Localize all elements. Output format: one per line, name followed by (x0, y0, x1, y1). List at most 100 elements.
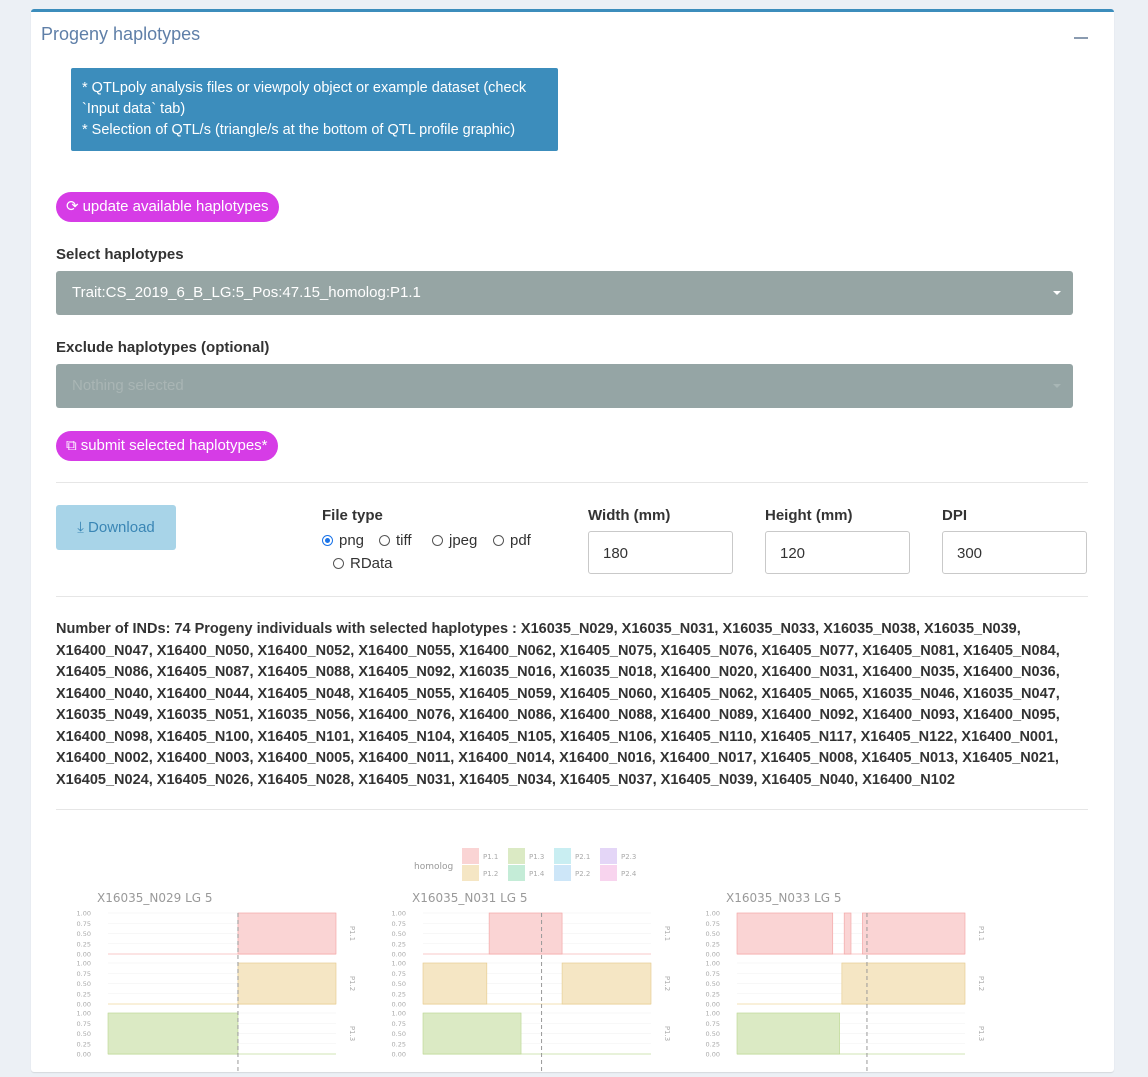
homolog-strip-label: P1.3 (977, 1026, 985, 1041)
submit-haplotypes-button[interactable]: ⧉ submit selected haplotypes* (56, 431, 278, 461)
y-tick-label: 0.50 (392, 980, 406, 988)
y-tick-label: 0.25 (392, 1040, 406, 1048)
homolog-strip-label: P1.3 (348, 1026, 356, 1041)
legend-title: homolog (414, 862, 453, 872)
haplotype-area (422, 1012, 522, 1055)
radio-label: jpeg (449, 532, 478, 549)
radio-label: pdf (510, 532, 531, 549)
homolog-strip-label: P1.1 (663, 926, 671, 941)
radio-tiff[interactable]: tiff (379, 532, 412, 549)
radio-label: png (339, 532, 365, 549)
y-tick-label: 0.00 (706, 951, 720, 959)
y-tick-label: 0.75 (77, 920, 91, 928)
collapse-icon[interactable] (1074, 28, 1088, 42)
y-tick-label: 1.00 (392, 910, 406, 918)
dpi-input[interactable]: 300 (942, 531, 1087, 574)
y-tick-label: 0.25 (392, 990, 406, 998)
y-tick-label: 0.25 (77, 1040, 91, 1048)
haplotype-area (237, 962, 337, 1005)
legend-label: P1.2 (483, 870, 498, 878)
legend-swatch (554, 848, 571, 864)
y-tick-label: 0.75 (392, 1020, 406, 1028)
dpi-label: DPI (942, 507, 968, 524)
requirements-info-box: * QTLpoly analysis files or viewpoly obj… (71, 68, 558, 151)
height-input[interactable]: 120 (765, 531, 910, 574)
refresh-icon: ⟳ (66, 198, 79, 215)
y-tick-label: 0.50 (77, 980, 91, 988)
y-tick-label: 0.50 (392, 1030, 406, 1038)
radio-button[interactable] (432, 535, 443, 546)
y-tick-label: 1.00 (706, 960, 720, 968)
legend-label: P2.4 (621, 870, 637, 878)
homolog-strip-label: P1.1 (977, 926, 985, 941)
legend-label: P2.2 (575, 870, 590, 878)
y-tick-label: 0.00 (706, 1001, 720, 1009)
legend-swatch (462, 865, 479, 881)
radio-button[interactable] (493, 535, 504, 546)
legend-swatch (462, 848, 479, 864)
y-tick-label: 1.00 (77, 910, 91, 918)
width-label: Width (mm) (588, 507, 671, 524)
exclude-haplotypes-dropdown[interactable]: Nothing selected (56, 364, 1073, 408)
haplotype-area (736, 1012, 840, 1055)
y-tick-label: 0.75 (77, 970, 91, 978)
select-haplotypes-value: Trait:CS_2019_6_B_LG:5_Pos:47.15_homolog… (72, 284, 421, 301)
legend-swatch (600, 848, 617, 864)
y-tick-label: 0.25 (706, 990, 720, 998)
submit-haplotypes-label: submit selected haplotypes* (80, 437, 268, 454)
y-tick-label: 0.00 (77, 951, 91, 959)
radio-label: tiff (396, 532, 412, 549)
divider (56, 809, 1088, 810)
y-tick-label: 0.00 (392, 951, 406, 959)
radio-button[interactable] (333, 558, 344, 569)
haplotype-area (843, 912, 852, 955)
y-tick-label: 0.00 (77, 1051, 91, 1059)
haplotype-area (862, 912, 966, 955)
info-line: * Selection of QTL/s (triangle/s at the … (82, 122, 516, 138)
y-tick-label: 1.00 (706, 1010, 720, 1018)
y-tick-label: 0.50 (706, 1030, 720, 1038)
haplotype-area (422, 962, 488, 1005)
share-icon: ⧉ (66, 437, 77, 454)
radio-label: RData (350, 555, 393, 572)
radio-rdata[interactable]: RData (333, 555, 393, 572)
legend-label: P2.3 (621, 853, 636, 861)
height-label: Height (mm) (765, 507, 853, 524)
y-tick-label: 0.75 (706, 920, 720, 928)
y-tick-label: 1.00 (706, 910, 720, 918)
y-tick-label: 0.00 (392, 1051, 406, 1059)
info-line: * QTLpoly analysis files or viewpoly obj… (82, 80, 527, 96)
legend-label: P1.1 (483, 853, 498, 861)
haplotype-plot: homolog P1.1 P1.2 P1.3 P1.4 P2.1 P2.2 P2.3 P2.4 X… (31, 832, 1114, 1072)
radio-button[interactable] (379, 535, 390, 546)
haplotype-area (107, 1012, 239, 1055)
divider (56, 596, 1088, 597)
panel-title: X16035_N033 LG 5 (726, 891, 842, 905)
y-tick-label: 1.00 (77, 1010, 91, 1018)
radio-png[interactable]: png (322, 532, 364, 549)
file-type-label: File type (322, 507, 383, 524)
panel-title: Progeny haplotypes (41, 24, 201, 44)
radio-pdf[interactable]: pdf (493, 532, 531, 549)
radio-button[interactable] (322, 535, 333, 546)
haplotype-area (841, 962, 966, 1005)
homolog-strip-label: P1.3 (663, 1026, 671, 1041)
update-haplotypes-label: update available haplotypes (82, 198, 269, 215)
y-tick-label: 0.75 (706, 970, 720, 978)
y-tick-label: 0.25 (77, 990, 91, 998)
chevron-down-icon (1053, 384, 1061, 388)
panel-title: X16035_N029 LG 5 (97, 891, 213, 905)
homolog-strip-label: P1.2 (663, 976, 671, 991)
update-haplotypes-button[interactable]: ⟳ update available haplotypes (56, 192, 279, 222)
divider (56, 482, 1088, 483)
y-tick-label: 0.50 (77, 930, 91, 938)
info-line: `Input data` tab) (82, 101, 186, 117)
width-input[interactable]: 180 (588, 531, 733, 574)
homolog-strip-label: P1.1 (348, 926, 356, 941)
homolog-strip-label: P1.2 (348, 976, 356, 991)
panel-title: X16035_N031 LG 5 (412, 891, 528, 905)
select-haplotypes-dropdown[interactable]: Trait:CS_2019_6_B_LG:5_Pos:47.15_homolog… (56, 271, 1073, 315)
download-button[interactable]: ⤓ Download (56, 505, 176, 550)
haplotype-area (561, 962, 652, 1005)
radio-jpeg[interactable]: jpeg (432, 532, 477, 549)
